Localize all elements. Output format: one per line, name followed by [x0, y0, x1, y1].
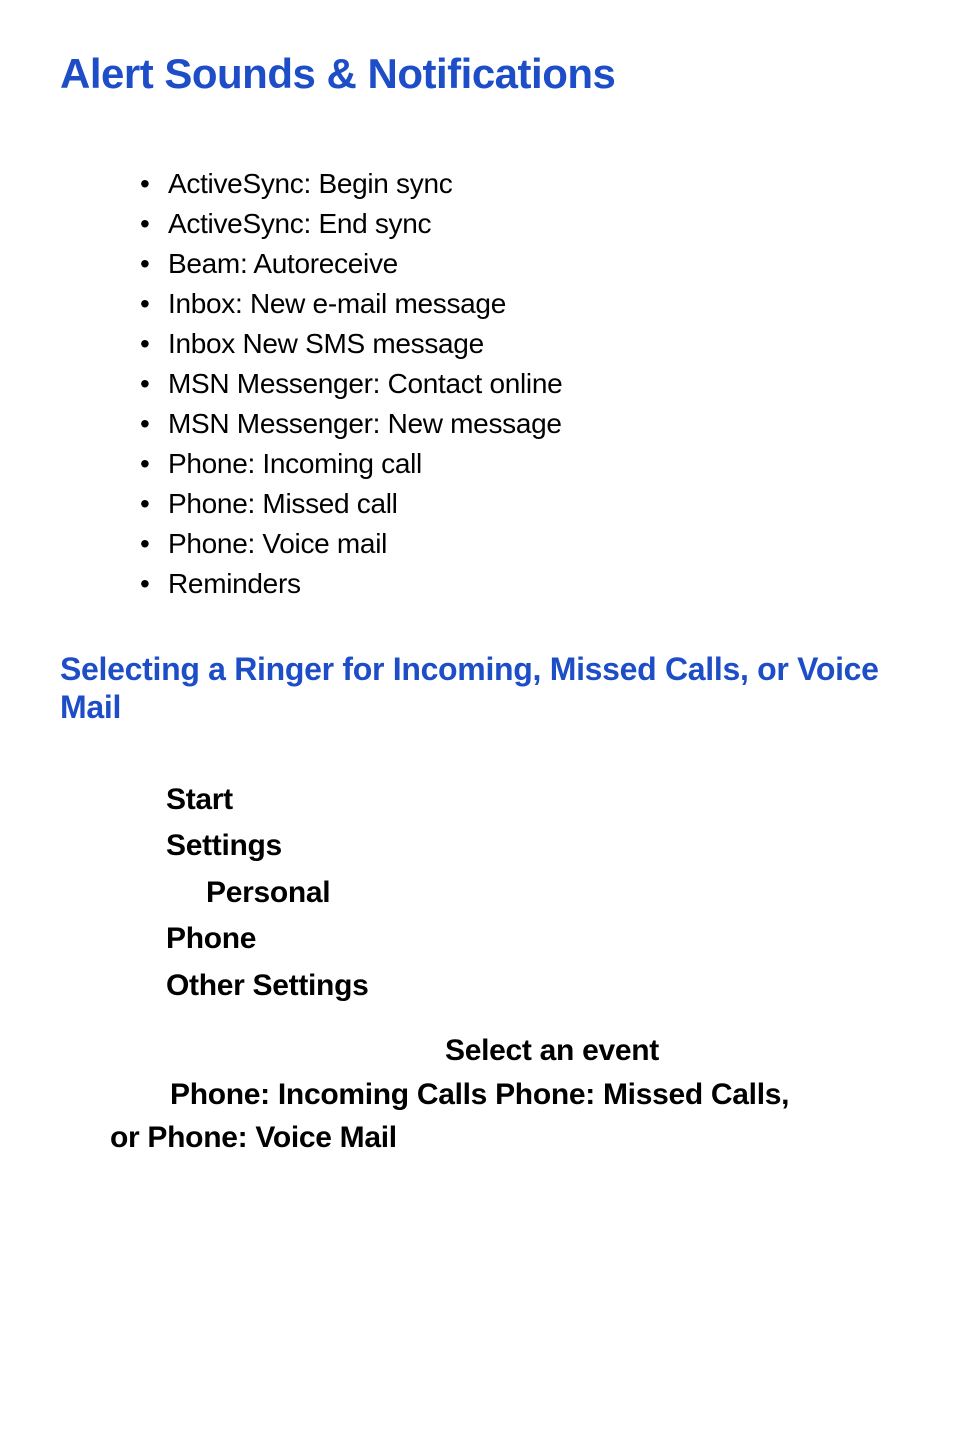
step-settings: Settings [166, 829, 282, 862]
event-bullet-list: ActiveSync: Begin sync ActiveSync: End s… [140, 168, 894, 600]
step-other-settings: Other Settings [166, 969, 369, 1002]
list-item: ActiveSync: Begin sync [140, 168, 894, 200]
instruction-line: Select an event [110, 1029, 894, 1073]
list-item: MSN Messenger: Contact online [140, 368, 894, 400]
navigation-steps: Start Settings Personal Phone Other Sett… [166, 777, 894, 1010]
instruction-line: Phone: Incoming Calls Phone: Missed Call… [110, 1073, 894, 1117]
list-item: Phone: Incoming call [140, 448, 894, 480]
list-item: ActiveSync: End sync [140, 208, 894, 240]
list-item: Phone: Missed call [140, 488, 894, 520]
section-heading: Selecting a Ringer for Incoming, Missed … [60, 650, 894, 727]
page-title: Alert Sounds & Notifications [60, 50, 894, 98]
list-item: Reminders [140, 568, 894, 600]
instruction-paragraph: Select an event Phone: Incoming Calls Ph… [110, 1029, 894, 1160]
step-phone: Phone [166, 922, 256, 955]
list-item: MSN Messenger: New message [140, 408, 894, 440]
list-item: Beam: Autoreceive [140, 248, 894, 280]
step-start: Start [166, 783, 233, 816]
step-personal: Personal [166, 870, 894, 917]
list-item: Inbox New SMS message [140, 328, 894, 360]
instruction-line: or Phone: Voice Mail [110, 1116, 894, 1160]
list-item: Inbox: New e-mail message [140, 288, 894, 320]
list-item: Phone: Voice mail [140, 528, 894, 560]
